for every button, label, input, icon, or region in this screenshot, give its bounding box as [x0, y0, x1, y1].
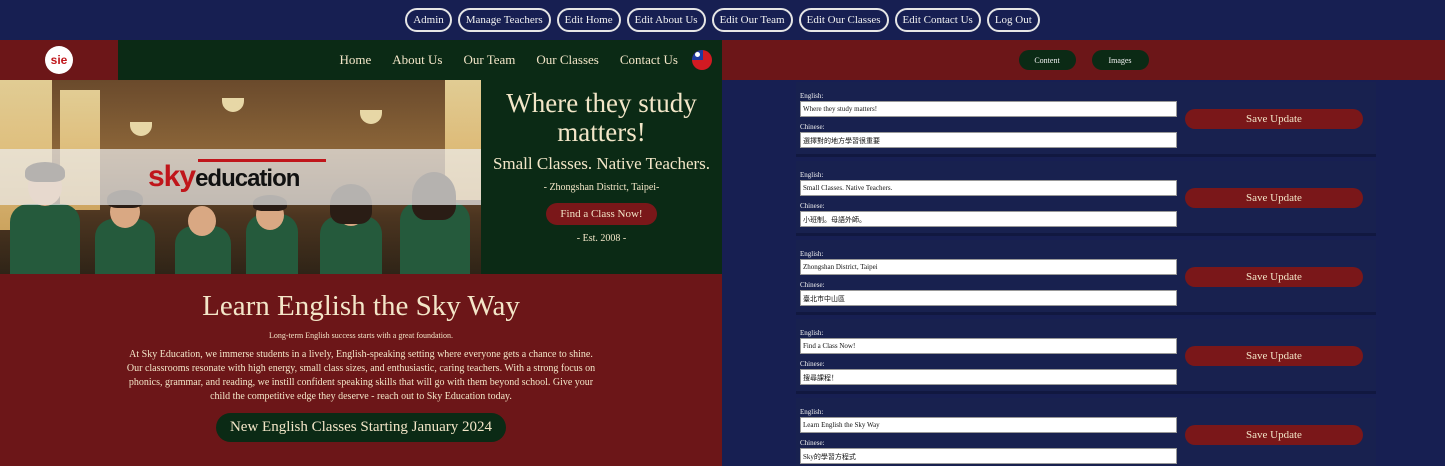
chinese-field[interactable]: 小班制。母語外師。 — [800, 211, 1177, 227]
hero-image: skyeducation — [0, 80, 481, 274]
english-label: English: — [800, 92, 824, 100]
english-label: English: — [800, 408, 824, 416]
save-update-button[interactable]: Save Update — [1185, 188, 1363, 208]
admin-nav-edit-our-team[interactable]: Edit Our Team — [711, 8, 793, 32]
admin-nav-log-out[interactable]: Log Out — [986, 8, 1040, 32]
tab-images[interactable]: Images — [1091, 50, 1149, 70]
about-paragraph: At Sky Education, we immerse students in… — [126, 349, 596, 402]
translation-card: English: Where they study matters! Chine… — [796, 82, 1376, 157]
chinese-label: Chinese: — [800, 439, 825, 447]
chinese-label: Chinese: — [800, 123, 825, 131]
chinese-label: Chinese: — [800, 202, 825, 210]
site-logo[interactable]: sie — [0, 40, 118, 80]
site-nav-our-team[interactable]: Our Team — [463, 52, 515, 68]
english-label: English: — [800, 250, 824, 258]
chinese-field[interactable]: 搜尋課程！ — [800, 369, 1177, 385]
site-logo-mark: sie — [45, 46, 73, 74]
chinese-label: Chinese: — [800, 360, 825, 368]
translation-card: English: Zhongshan District, Taipei Chin… — [796, 240, 1376, 315]
english-field[interactable]: Zhongshan District, Taipei — [800, 259, 1177, 275]
admin-nav-edit-home[interactable]: Edit Home — [556, 8, 621, 32]
translation-card: English: Learn English the Sky Way Chine… — [796, 398, 1376, 466]
english-label: English: — [800, 171, 824, 179]
english-label: English: — [800, 329, 824, 337]
chinese-field[interactable]: 選擇對的地方學習很重要 — [800, 132, 1177, 148]
new-classes-announcement-button[interactable]: New English Classes Starting January 202… — [215, 413, 507, 442]
hero-location: - Zhongshan District, Taipei- — [543, 182, 660, 193]
save-update-button[interactable]: Save Update — [1185, 425, 1363, 445]
hero-established: - Est. 2008 - — [576, 233, 627, 244]
english-field[interactable]: Small Classes. Native Teachers. — [800, 180, 1177, 196]
about-section: Learn English the Sky Way Long-term Engl… — [0, 274, 722, 466]
site-preview: sie Home About Us Our Team Our Classes C… — [0, 40, 722, 466]
editor-tabs: Content Images — [722, 40, 1445, 80]
find-class-button[interactable]: Find a Class Now! — [546, 203, 657, 225]
hero-subtitle: Small Classes. Native Teachers. — [492, 154, 711, 173]
admin-nav: Admin Manage Teachers Edit Home Edit Abo… — [0, 0, 1445, 40]
site-nav-home[interactable]: Home — [339, 52, 371, 68]
translation-card: English: Small Classes. Native Teachers.… — [796, 161, 1376, 236]
admin-nav-edit-about-us[interactable]: Edit About Us — [626, 8, 706, 32]
site-navbar: sie Home About Us Our Team Our Classes C… — [0, 40, 722, 80]
admin-nav-manage-teachers[interactable]: Manage Teachers — [457, 8, 551, 32]
site-nav-contact-us[interactable]: Contact Us — [620, 52, 678, 68]
save-update-button[interactable]: Save Update — [1185, 109, 1363, 129]
english-field[interactable]: Where they study matters! — [800, 101, 1177, 117]
translation-card: English: Find a Class Now! Chinese: 搜尋課程… — [796, 319, 1376, 394]
hero-text-panel: Where they study matters! Small Classes.… — [481, 80, 722, 274]
taiwan-flag-icon[interactable] — [692, 50, 712, 70]
hero-title: Where they study matters! — [506, 88, 697, 147]
sky-education-logo: skyeducation — [148, 160, 300, 193]
admin-nav-edit-our-classes[interactable]: Edit Our Classes — [798, 8, 889, 32]
content-editor: Content Images English: Where they study… — [722, 40, 1445, 466]
admin-nav-admin[interactable]: Admin — [405, 8, 452, 32]
site-nav-about-us[interactable]: About Us — [392, 52, 442, 68]
chinese-field[interactable]: 臺北市中山區 — [800, 290, 1177, 306]
about-heading: Learn English the Sky Way — [202, 290, 520, 322]
save-update-button[interactable]: Save Update — [1185, 267, 1363, 287]
tab-content[interactable]: Content — [1018, 50, 1076, 70]
admin-nav-edit-contact-us[interactable]: Edit Contact Us — [894, 8, 981, 32]
english-field[interactable]: Find a Class Now! — [800, 338, 1177, 354]
site-nav-our-classes[interactable]: Our Classes — [536, 52, 598, 68]
chinese-label: Chinese: — [800, 281, 825, 289]
chinese-field[interactable]: Sky的學習方程式 — [800, 448, 1177, 464]
about-tagline: Long-term English success starts with a … — [269, 331, 453, 340]
english-field[interactable]: Learn English the Sky Way — [800, 417, 1177, 433]
save-update-button[interactable]: Save Update — [1185, 346, 1363, 366]
